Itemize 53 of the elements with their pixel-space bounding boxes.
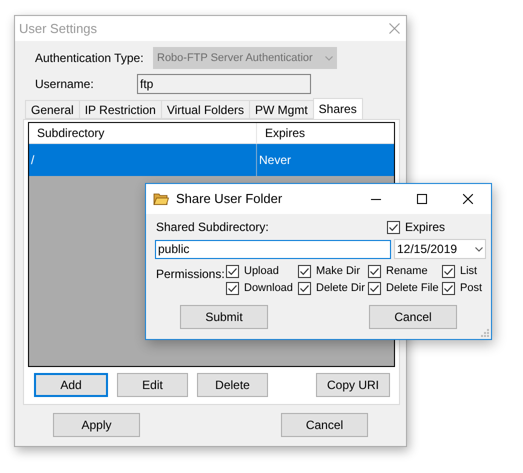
tab[interactable]: IP Restriction xyxy=(78,100,162,119)
close-icon xyxy=(463,194,473,204)
tab[interactable]: PW Mgmt xyxy=(249,100,314,119)
button[interactable]: Add xyxy=(34,373,108,397)
checkbox[interactable] xyxy=(386,220,400,234)
button[interactable]: Copy URI xyxy=(316,373,390,397)
checkbox[interactable] xyxy=(226,282,239,295)
checkbox-label: Make Dir xyxy=(316,264,360,280)
button[interactable]: Delete xyxy=(197,373,268,397)
table-row[interactable]: / Never xyxy=(29,144,394,176)
field-label: Shared Subdirectory: xyxy=(156,219,269,236)
checkbox-label: Download xyxy=(244,281,293,296)
button[interactable]: Cancel xyxy=(369,305,457,329)
checkbox-label: Rename xyxy=(386,264,428,280)
window-title: User Settings xyxy=(19,20,98,38)
button[interactable]: Edit xyxy=(117,373,188,397)
dialog-title: Share User Folder xyxy=(176,190,282,208)
checkbox-label: Expires xyxy=(404,219,445,236)
tab[interactable]: Shares xyxy=(312,98,363,119)
column-header[interactable]: Expires xyxy=(257,123,394,143)
checkbox-label: Delete Dir xyxy=(316,281,365,296)
resize-grip-icon xyxy=(481,329,489,337)
table-cell-text: Never xyxy=(258,152,292,169)
button[interactable]: Cancel xyxy=(281,413,368,437)
field-label: Authentication Type: xyxy=(35,50,145,67)
checkbox[interactable] xyxy=(442,282,455,295)
subdirectory-field[interactable]: public xyxy=(155,240,391,258)
checkbox[interactable] xyxy=(298,282,311,295)
chevron-down-icon xyxy=(475,246,483,252)
checkbox[interactable] xyxy=(368,282,381,295)
checkbox[interactable] xyxy=(298,265,311,278)
button[interactable]: Submit xyxy=(180,305,268,329)
checkbox-label: Upload xyxy=(244,264,279,280)
button[interactable]: Apply xyxy=(53,413,140,437)
folder-icon xyxy=(153,192,169,206)
checkbox[interactable] xyxy=(226,265,239,278)
checkbox[interactable] xyxy=(442,265,455,278)
chevron-down-icon xyxy=(325,56,333,60)
tab[interactable]: General xyxy=(25,100,80,119)
checkbox-label: Post xyxy=(460,281,482,296)
maximize-icon xyxy=(417,194,427,204)
table-cell: / xyxy=(29,144,257,176)
column-header[interactable]: Subdirectory xyxy=(29,123,257,143)
close-icon[interactable] xyxy=(389,23,400,34)
tab[interactable]: Virtual Folders xyxy=(160,100,250,119)
username-field[interactable]: ftp xyxy=(137,74,311,94)
minimize-icon xyxy=(371,198,381,200)
checkbox-label: List xyxy=(460,264,478,280)
date-picker[interactable]: 12/15/2019 xyxy=(394,239,486,259)
checkbox-label: Delete File xyxy=(386,281,439,296)
checkbox[interactable] xyxy=(368,265,381,278)
field-label: Permissions: xyxy=(156,266,226,283)
field-label: Username: xyxy=(35,76,95,93)
